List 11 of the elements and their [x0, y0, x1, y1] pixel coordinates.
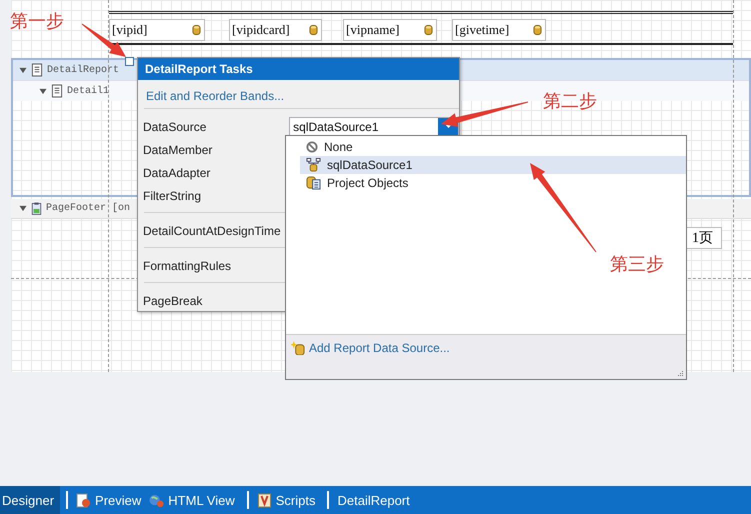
panel-title: DetailReport Tasks: [138, 58, 459, 80]
property-label: PageBreak: [142, 294, 204, 308]
property-label: DetailCountAtDesignTime: [142, 224, 282, 238]
property-label: DataSource: [142, 120, 208, 134]
property-label: FormattingRules: [142, 258, 232, 272]
property-label: FilterString: [142, 188, 202, 202]
step-annotation: 第三步: [610, 255, 664, 275]
step-annotation: 第一步: [10, 12, 64, 32]
step-annotation: 第二步: [543, 92, 597, 112]
property-label: DataAdapter: [142, 166, 212, 180]
property-label: DataMember: [142, 142, 214, 156]
